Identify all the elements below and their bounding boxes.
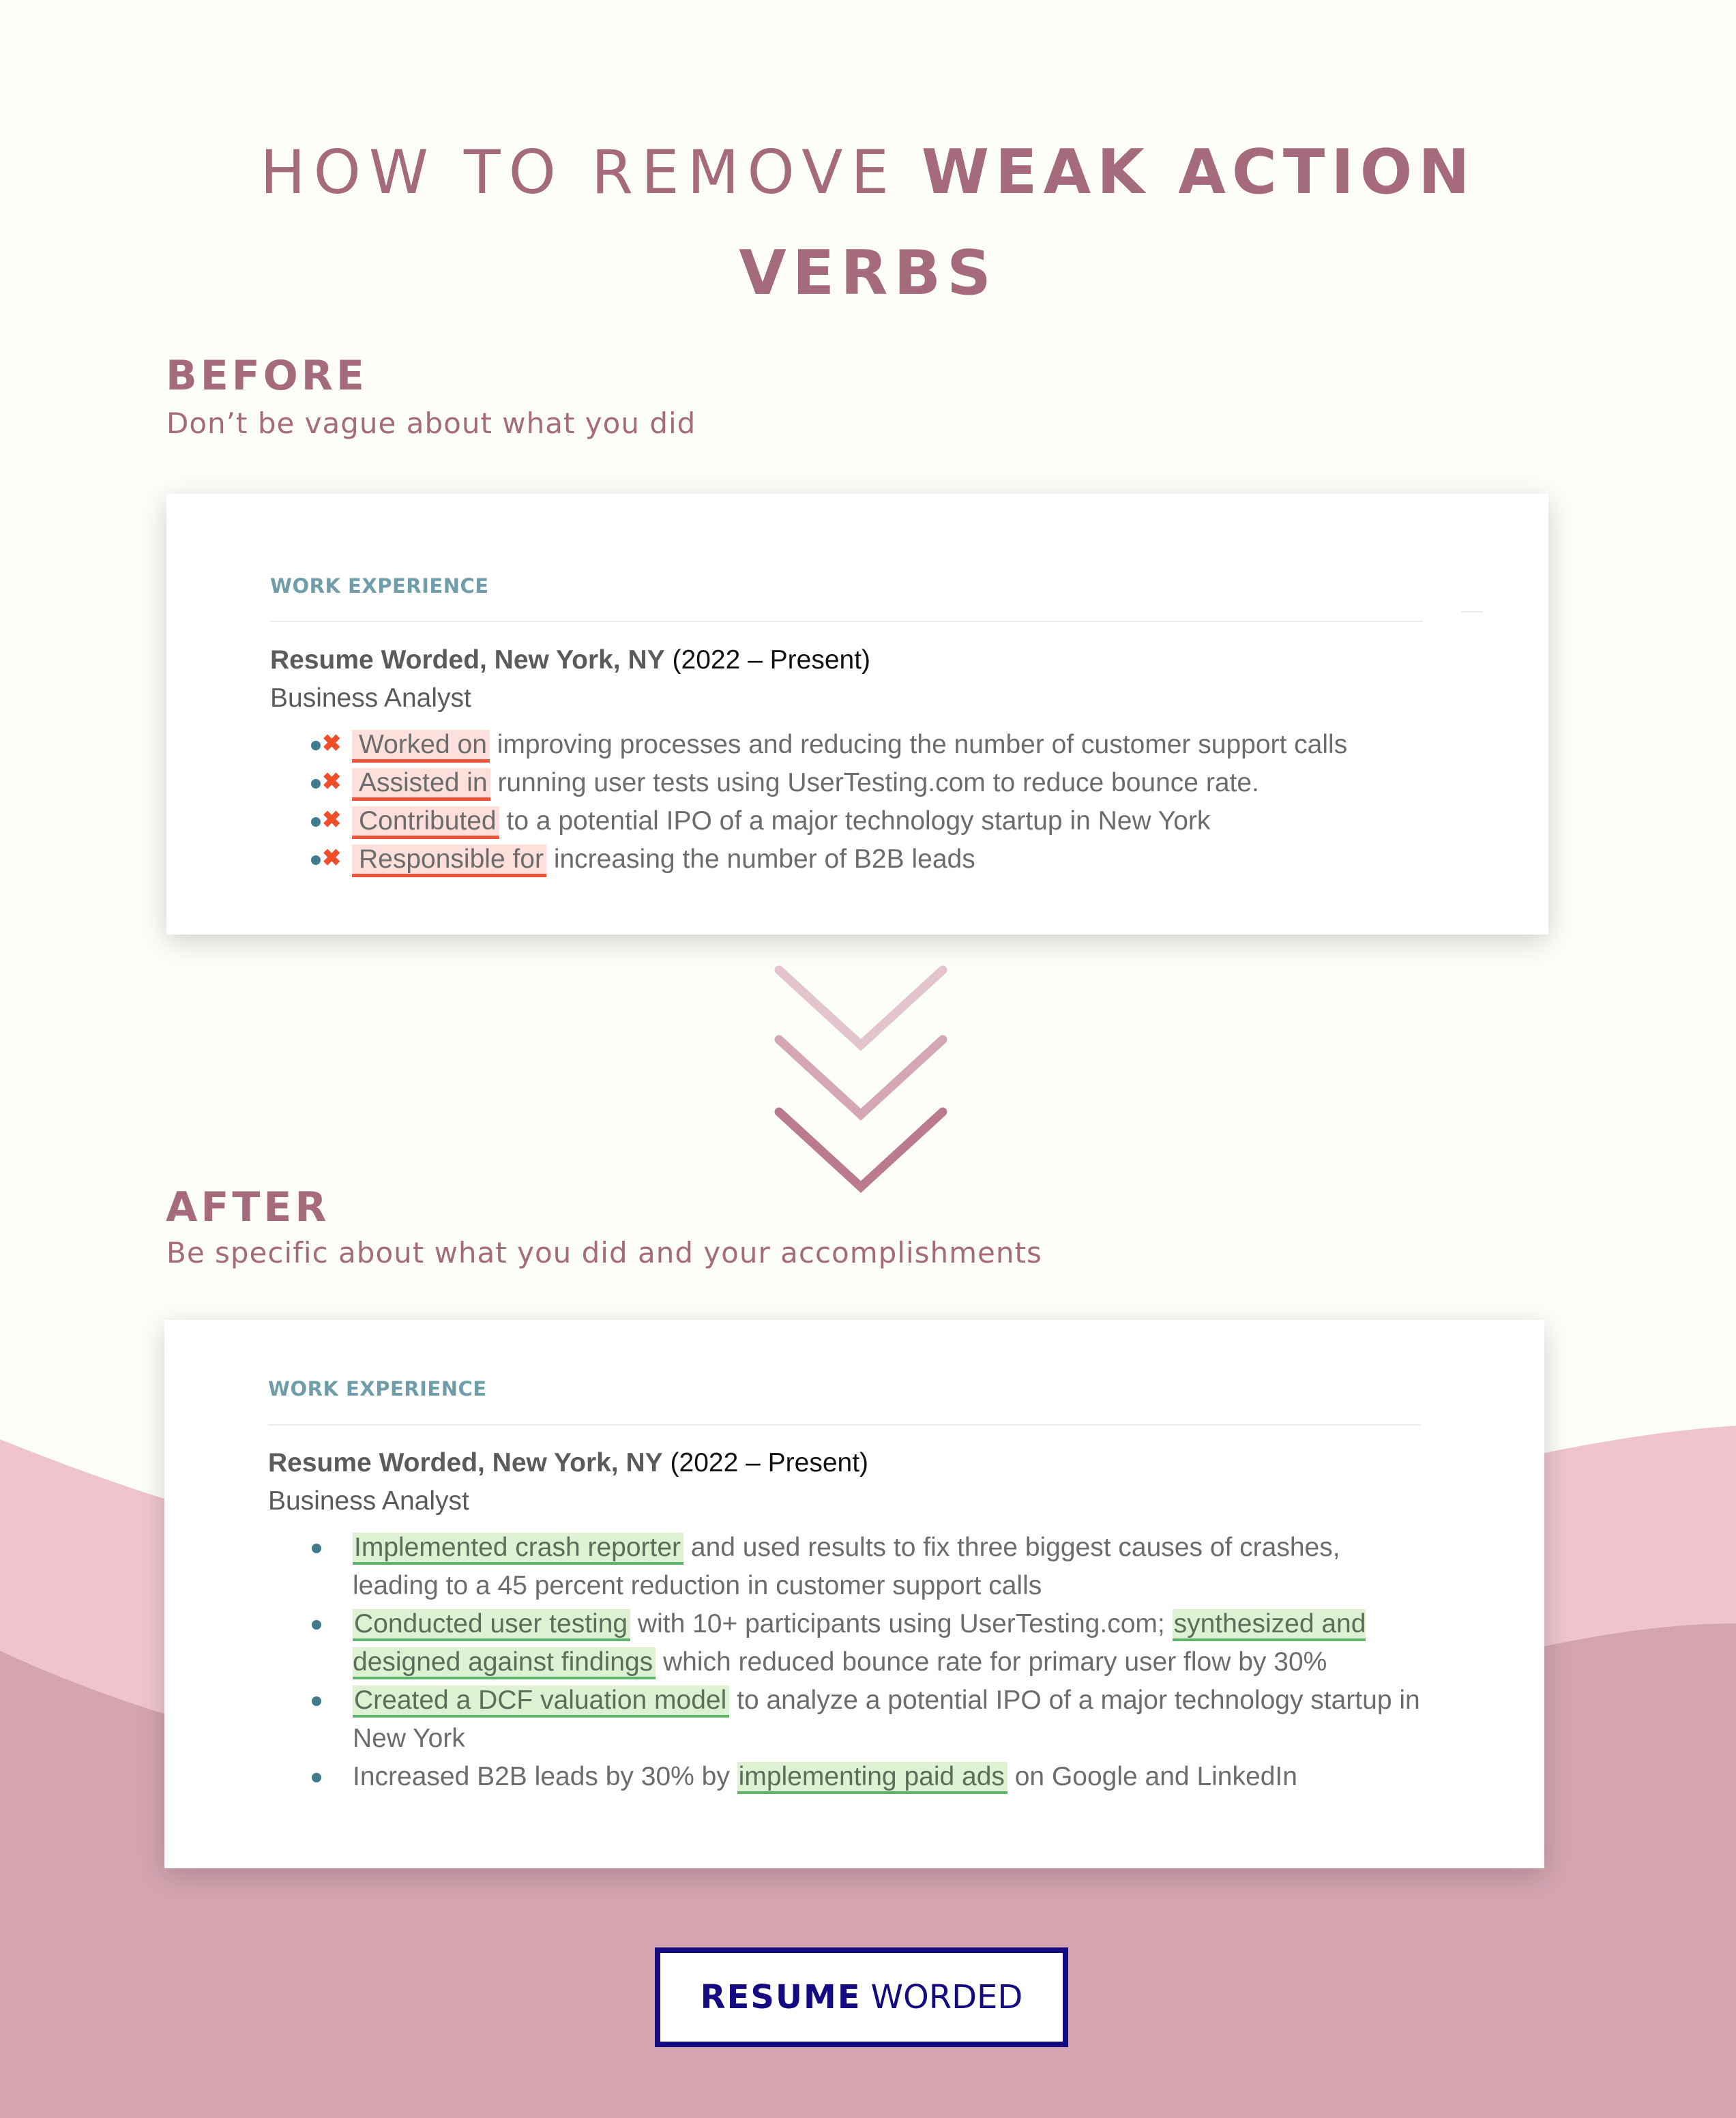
bullet-dot-icon (312, 1696, 321, 1706)
x-mark-icon: ✖ (322, 731, 342, 756)
after-card: WORK EXPERIENCE Resume Worded, New York,… (164, 1320, 1544, 1868)
bullet-dot-icon (311, 779, 321, 789)
company-name: Resume Worded, New York, NY (270, 645, 665, 675)
company-line: Resume Worded, New York, NY (2022 – Pres… (270, 645, 870, 675)
bullet-text: running user tests using UserTesting.com… (497, 768, 1259, 797)
job-title: Business Analyst (268, 1486, 469, 1516)
list-item: Increased B2B leads by 30% by implementi… (312, 1758, 1428, 1796)
bullet-dot-icon (312, 1620, 321, 1630)
bullet-dot-icon (311, 855, 321, 865)
employment-dates: (2022 – Present) (672, 645, 871, 675)
resume-worded-logo: RESUME WORDED (655, 1947, 1068, 2047)
divider (270, 621, 1423, 622)
bullet-text: which reduced bounce rate for primary us… (656, 1647, 1327, 1677)
weak-verb: Worked on (352, 730, 490, 763)
before-card: WORK EXPERIENCE Resume Worded, New York,… (166, 494, 1548, 935)
divider (268, 1424, 1421, 1426)
company-name: Resume Worded, New York, NY (268, 1448, 663, 1477)
strong-action-phrase: Conducted user testing (353, 1609, 631, 1641)
section-header: WORK EXPERIENCE (270, 574, 489, 598)
list-item: ✖ Assisted in running user tests using U… (311, 764, 1432, 802)
x-mark-icon: ✖ (322, 845, 342, 871)
strong-action-phrase: implementing paid ads (737, 1762, 1007, 1794)
divider-fragment (1461, 611, 1483, 613)
weak-verb: Responsible for (352, 844, 546, 877)
bullet-text: improving processes and reducing the num… (497, 730, 1348, 759)
list-item: Created a DCF valuation model to analyze… (312, 1681, 1428, 1758)
title-light: HOW TO REMOVE (260, 137, 898, 207)
page-title: HOW TO REMOVE WEAK ACTION VERBS (0, 121, 1736, 323)
bullet-text: with 10+ participants using UserTesting.… (630, 1609, 1173, 1638)
bullet-dot-icon (312, 1544, 321, 1553)
after-subtitle: Be specific about what you did and your … (166, 1236, 1042, 1269)
bullet-text: to a potential IPO of a major technology… (506, 806, 1211, 836)
weak-verb: Contributed (352, 806, 499, 839)
before-label: BEFORE (166, 352, 368, 400)
title-bold-line2: VERBS (739, 237, 997, 309)
list-item: ✖ Contributed to a potential IPO of a ma… (311, 802, 1432, 840)
strong-action-phrase: Created a DCF valuation model (353, 1686, 730, 1718)
x-mark-icon: ✖ (322, 769, 342, 795)
logo-bold-text: RESUME (700, 1978, 862, 2016)
x-mark-icon: ✖ (322, 807, 342, 833)
strong-action-phrase: Implemented crash reporter (353, 1533, 684, 1565)
list-item: ✖ Responsible for increasing the number … (311, 840, 1432, 879)
title-bold-line1: WEAK ACTION (921, 136, 1476, 208)
bullet-dot-icon (312, 1773, 321, 1782)
chevron-down-icon (774, 965, 947, 1051)
list-item: Implemented crash reporter and used resu… (312, 1529, 1428, 1605)
employment-dates: (2022 – Present) (670, 1448, 869, 1477)
bullet-dot-icon (311, 817, 321, 827)
company-line: Resume Worded, New York, NY (2022 – Pres… (268, 1448, 868, 1478)
after-label: AFTER (166, 1183, 330, 1231)
before-bullet-list: ✖ Worked on improving processes and redu… (311, 726, 1432, 879)
bullet-dot-icon (311, 741, 321, 750)
bullet-text: on Google and LinkedIn (1007, 1762, 1297, 1791)
bullet-text: increasing the number of B2B leads (553, 844, 975, 874)
chevron-down-icon (774, 1107, 947, 1193)
job-title: Business Analyst (270, 683, 471, 713)
section-header: WORK EXPERIENCE (268, 1377, 487, 1400)
after-bullet-list: Implemented crash reporter and used resu… (312, 1529, 1428, 1796)
triple-chevron-down-icon (774, 965, 947, 1193)
logo-light-text: WORDED (870, 1978, 1023, 2016)
weak-verb: Assisted in (352, 768, 490, 801)
before-subtitle: Don’t be vague about what you did (166, 407, 696, 440)
bullet-text: Increased B2B leads by 30% by (353, 1762, 737, 1791)
list-item: Conducted user testing with 10+ particip… (312, 1605, 1428, 1681)
list-item: ✖ Worked on improving processes and redu… (311, 726, 1432, 764)
